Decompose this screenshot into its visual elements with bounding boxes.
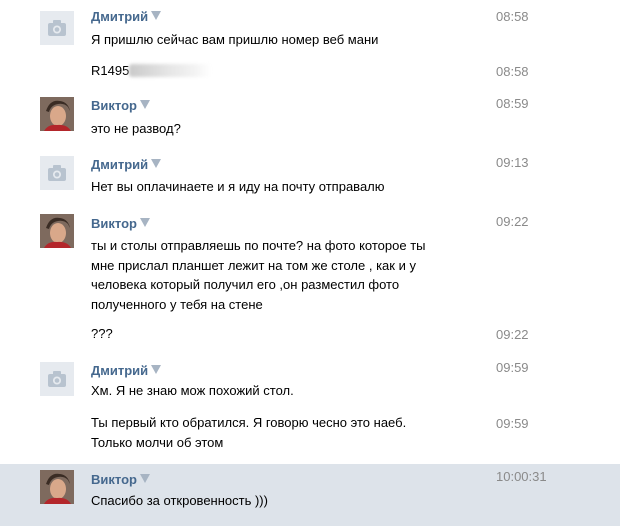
sender-name[interactable]: Виктор xyxy=(91,472,150,488)
sender-name[interactable]: Виктор xyxy=(91,216,150,232)
sender-name-label[interactable]: Виктор xyxy=(91,472,137,487)
message-text: Хм. Я не знаю мож похожий стол. xyxy=(91,383,294,398)
camera-icon[interactable] xyxy=(40,11,74,45)
chevron-down-icon[interactable] xyxy=(151,365,162,374)
redacted-blur xyxy=(129,64,212,77)
message-text: Нет вы оплачинаете и я иду на почту отпр… xyxy=(91,179,385,194)
message-row-highlighted: Виктор 10:00:31 Спасибо за откровенность… xyxy=(0,464,620,526)
sender-name-label[interactable]: Дмитрий xyxy=(91,157,148,172)
message-row: Виктор 09:22 ты и столы отправляешь по п… xyxy=(0,206,620,322)
message-text: Ты первый кто обратился. Я говорю чесно … xyxy=(91,413,491,452)
message-time: 08:58 xyxy=(496,64,529,79)
message-line: ты и столы отправляешь по почте? на фото… xyxy=(91,238,426,253)
sender-name-label[interactable]: Виктор xyxy=(91,216,137,231)
message-text: R1495 xyxy=(91,61,471,81)
message-text: ты и столы отправляешь по почте? на фото… xyxy=(91,236,491,314)
message-line: человека который получил его ,он размест… xyxy=(91,277,400,292)
message-row: 08:58 R1495 xyxy=(0,56,620,86)
message-row: Дмитрий 08:58 Я пришлю сейчас вам пришлю… xyxy=(0,0,620,56)
camera-icon[interactable] xyxy=(40,156,74,190)
message-row: Дмитрий 09:59 Хм. Я не знаю мож похожий … xyxy=(0,354,620,410)
chevron-down-icon[interactable] xyxy=(139,474,150,483)
user-avatar[interactable] xyxy=(40,97,74,131)
sender-name[interactable]: Дмитрий xyxy=(91,9,162,25)
message-text: ??? xyxy=(91,326,113,341)
chevron-down-icon[interactable] xyxy=(151,11,162,20)
message-time: 09:22 xyxy=(496,327,529,342)
message-line: Ты первый кто обратился. Я говорю чесно … xyxy=(91,415,407,430)
message-text: Спасибо за откровенность ))) xyxy=(91,493,268,508)
message-row: 09:22 ??? xyxy=(0,322,620,352)
message-text: это не развод? xyxy=(91,121,181,136)
chevron-down-icon[interactable] xyxy=(151,159,162,168)
sender-name[interactable]: Виктор xyxy=(91,98,150,114)
chevron-down-icon[interactable] xyxy=(139,100,150,109)
message-row: Виктор 08:59 это не развод? xyxy=(0,88,620,144)
sender-name-label[interactable]: Виктор xyxy=(91,98,137,113)
message-time: 10:00:31 xyxy=(496,469,547,484)
sender-name-label[interactable]: Дмитрий xyxy=(91,9,148,24)
chevron-down-icon[interactable] xyxy=(139,218,150,227)
sender-name[interactable]: Дмитрий xyxy=(91,157,162,173)
message-time: 08:59 xyxy=(496,96,529,111)
message-row: 09:59 Ты первый кто обратился. Я говорю … xyxy=(0,410,620,462)
camera-icon[interactable] xyxy=(40,362,74,396)
message-line: Только молчи об этом xyxy=(91,434,224,450)
message-time: 09:59 xyxy=(496,360,529,375)
message-line: полученного у тебя на стене xyxy=(91,296,263,312)
message-row: Дмитрий 09:13 Нет вы оплачинаете и я иду… xyxy=(0,148,620,204)
message-time: 09:13 xyxy=(496,155,529,170)
sender-name-label[interactable]: Дмитрий xyxy=(91,363,148,378)
message-time: 08:58 xyxy=(496,9,529,24)
message-time: 09:22 xyxy=(496,214,529,229)
message-line: мне прислал планшет лежит на том же стол… xyxy=(91,257,416,273)
user-avatar[interactable] xyxy=(40,214,74,248)
sender-name[interactable]: Дмитрий xyxy=(91,363,162,379)
user-avatar[interactable] xyxy=(40,470,74,504)
message-text: Я пришлю сейчас вам пришлю номер веб ман… xyxy=(91,32,379,47)
message-time: 09:59 xyxy=(496,416,529,431)
wallet-number: R1495 xyxy=(91,63,130,78)
